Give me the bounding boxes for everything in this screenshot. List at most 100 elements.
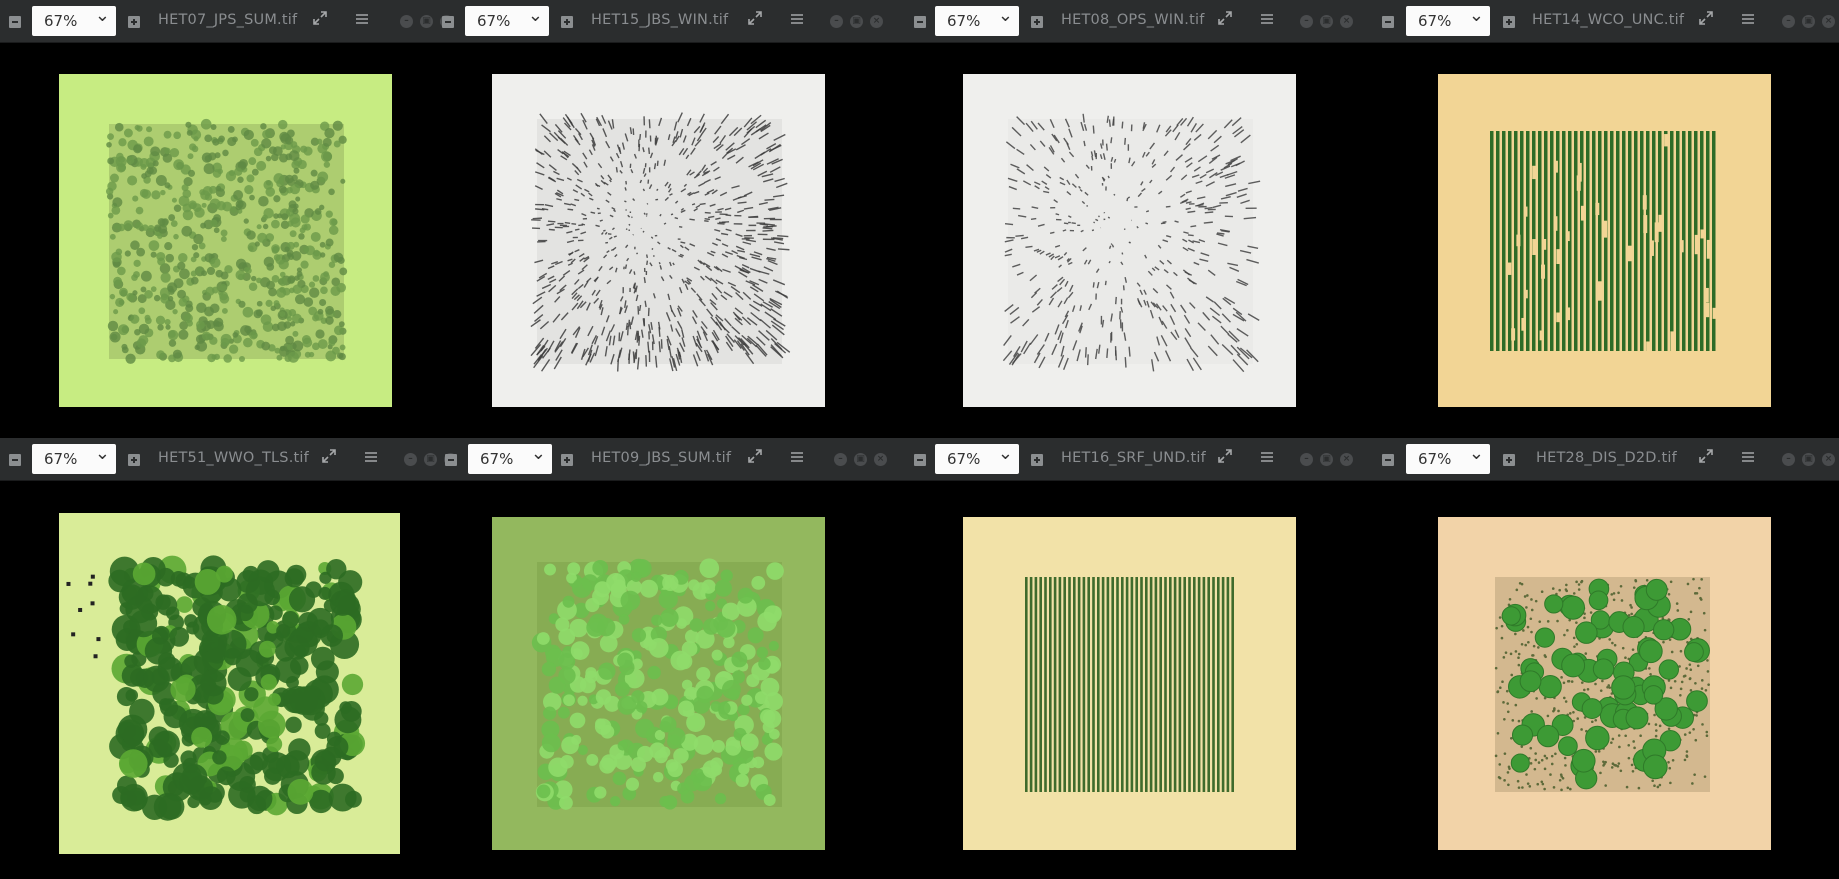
shrub <box>1654 734 1658 738</box>
minimize-circle-icon[interactable]: – <box>834 453 847 466</box>
shrub <box>1679 649 1683 653</box>
minimize-circle-icon[interactable]: – <box>1782 15 1795 28</box>
shrub <box>1688 731 1692 734</box>
expand-icon[interactable] <box>1214 10 1236 32</box>
add-pane-button[interactable] <box>1031 454 1043 466</box>
collapse-pane-button[interactable] <box>914 16 926 28</box>
minimize-circle-icon[interactable]: – <box>404 453 417 466</box>
maximize-circle-icon[interactable]: ▣ <box>1320 15 1333 28</box>
add-pane-button[interactable] <box>128 454 140 466</box>
shrub <box>1527 640 1530 644</box>
close-circle-icon[interactable]: × <box>1822 453 1835 466</box>
minimize-circle-icon[interactable]: – <box>1300 453 1313 466</box>
minimize-circle-icon[interactable]: – <box>1782 453 1795 466</box>
shrub <box>1500 624 1504 628</box>
tree-crown <box>693 734 714 755</box>
maximize-circle-icon[interactable]: ▣ <box>1802 453 1815 466</box>
close-circle-icon[interactable]: × <box>1340 15 1353 28</box>
row-gap <box>1654 222 1659 243</box>
shrub <box>1610 766 1614 769</box>
collapse-pane-button[interactable] <box>914 454 926 466</box>
add-pane-button[interactable] <box>561 454 573 466</box>
tree-crown <box>136 247 146 257</box>
maximize-circle-icon[interactable]: ▣ <box>420 15 433 28</box>
zoom-select[interactable]: 67% ⌄ <box>32 443 116 474</box>
collapse-pane-button[interactable] <box>9 16 21 28</box>
add-pane-button[interactable] <box>128 16 140 28</box>
tree-crown <box>132 195 139 202</box>
tree-crown <box>164 147 171 155</box>
collapse-pane-button[interactable] <box>9 454 21 466</box>
close-circle-icon[interactable]: × <box>870 15 883 28</box>
add-pane-button[interactable] <box>1031 16 1043 28</box>
vegetation-render-image <box>59 513 400 854</box>
hamburger-menu-icon[interactable] <box>360 448 382 470</box>
scene-canopy-graphic <box>1494 577 1710 792</box>
tree-crown <box>1561 653 1586 678</box>
crop-row <box>1496 131 1500 351</box>
maximize-circle-icon[interactable]: ▣ <box>850 15 863 28</box>
tree-crown <box>203 163 215 175</box>
hamburger-menu-icon[interactable] <box>1737 448 1759 470</box>
tree-crown <box>113 309 119 315</box>
add-pane-button[interactable] <box>561 16 573 28</box>
zoom-select[interactable]: 67% ⌄ <box>935 5 1019 36</box>
zoom-select[interactable]: 67% ⌄ <box>32 5 116 36</box>
maximize-circle-icon[interactable]: ▣ <box>1320 453 1333 466</box>
add-pane-button[interactable] <box>1503 16 1515 28</box>
close-circle-icon[interactable]: × <box>874 453 887 466</box>
minimize-circle-icon[interactable]: – <box>1300 15 1313 28</box>
shrub <box>1549 773 1552 776</box>
tree-crown <box>233 190 244 201</box>
maximize-circle-icon[interactable]: ▣ <box>854 453 867 466</box>
close-circle-icon[interactable]: × <box>1822 15 1835 28</box>
tree-crown <box>157 324 164 331</box>
tree-crown <box>136 338 147 349</box>
expand-icon[interactable] <box>309 10 331 32</box>
expand-icon[interactable] <box>1214 448 1236 470</box>
hamburger-menu-icon[interactable] <box>1256 10 1278 32</box>
tree-crown <box>294 294 306 305</box>
bare-tree <box>628 223 631 226</box>
add-pane-button[interactable] <box>1503 454 1515 466</box>
shrub <box>1514 650 1518 653</box>
bare-tree <box>581 223 586 226</box>
tree-crown <box>168 339 177 347</box>
maximize-circle-icon[interactable]: ▣ <box>424 453 437 466</box>
collapse-pane-button[interactable] <box>1382 454 1394 466</box>
shrub <box>1506 710 1510 714</box>
close-circle-icon[interactable]: × <box>1340 453 1353 466</box>
hamburger-menu-icon[interactable] <box>786 10 808 32</box>
shrub <box>1669 686 1673 690</box>
hamburger-menu-icon[interactable] <box>1256 448 1278 470</box>
chevron-down-icon: ⌄ <box>94 5 110 26</box>
bare-tree <box>699 202 706 206</box>
zoom-select[interactable]: 67% ⌄ <box>468 443 552 474</box>
shrub <box>1500 636 1504 640</box>
hamburger-menu-icon[interactable] <box>351 10 373 32</box>
expand-icon[interactable] <box>318 448 340 470</box>
expand-icon[interactable] <box>1695 448 1717 470</box>
zoom-select[interactable]: 67% ⌄ <box>465 5 549 36</box>
expand-icon[interactable] <box>1695 10 1717 32</box>
collapse-pane-button[interactable] <box>442 16 454 28</box>
minimize-circle-icon[interactable]: – <box>400 15 413 28</box>
zoom-select[interactable]: 67% ⌄ <box>1406 443 1490 474</box>
hamburger-menu-icon[interactable] <box>786 448 808 470</box>
shrub <box>1647 722 1651 726</box>
zoom-select[interactable]: 67% ⌄ <box>1406 5 1490 36</box>
tree-crown <box>273 254 281 261</box>
zoom-select[interactable]: 67% ⌄ <box>935 443 1019 474</box>
tree-crown <box>289 230 297 238</box>
expand-icon[interactable] <box>744 10 766 32</box>
expand-icon[interactable] <box>744 448 766 470</box>
tree-crown <box>320 286 328 295</box>
hamburger-menu-icon[interactable] <box>1737 10 1759 32</box>
tree-crown <box>215 269 224 278</box>
tree-crown <box>250 275 257 282</box>
shrub <box>1520 642 1524 646</box>
collapse-pane-button[interactable] <box>1382 16 1394 28</box>
collapse-pane-button[interactable] <box>445 454 457 466</box>
maximize-circle-icon[interactable]: ▣ <box>1802 15 1815 28</box>
minimize-circle-icon[interactable]: – <box>830 15 843 28</box>
